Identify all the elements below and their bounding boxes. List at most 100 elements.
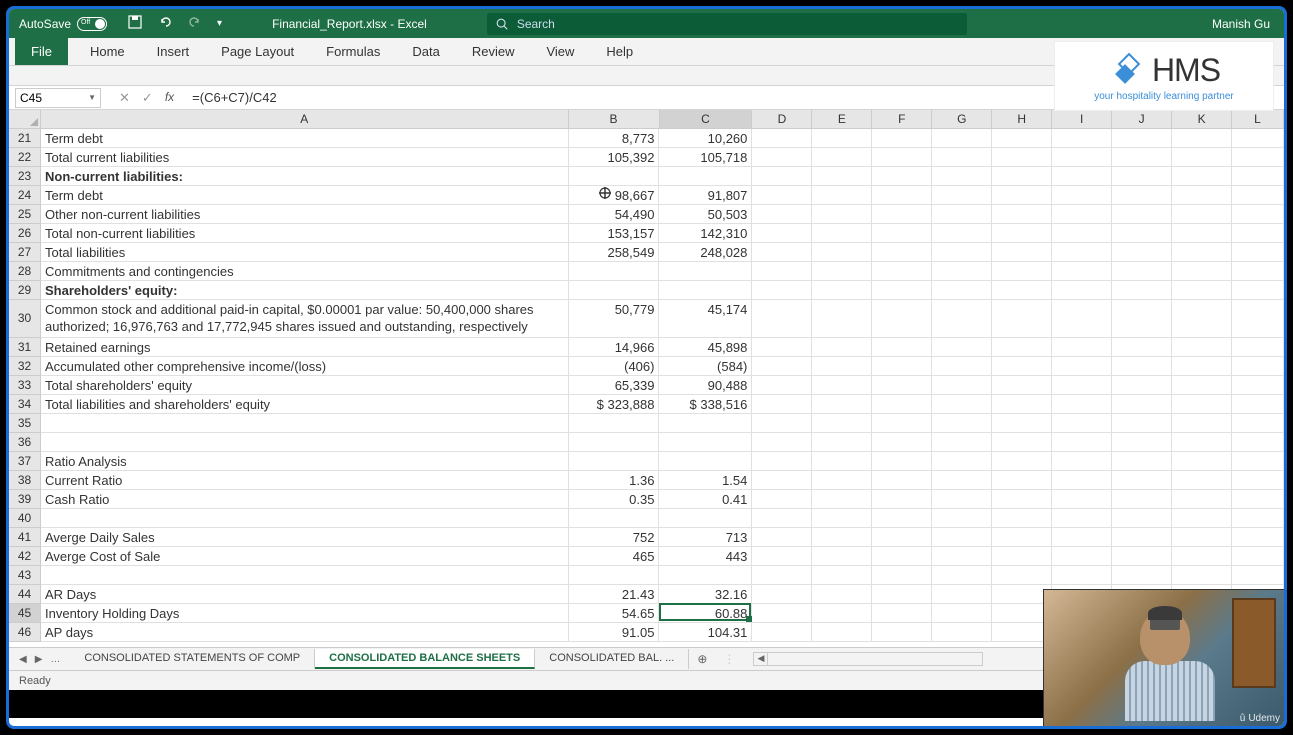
cell-L28[interactable] [1232, 262, 1284, 281]
cell-B45[interactable]: 54.65 [569, 604, 660, 623]
cell-E40[interactable] [812, 509, 872, 528]
col-header-G[interactable]: G [932, 110, 992, 129]
cell-J35[interactable] [1112, 414, 1172, 433]
cell-I33[interactable] [1052, 376, 1112, 395]
cell-B26[interactable]: 153,157 [569, 224, 660, 243]
row-header-44[interactable]: 44 [9, 585, 41, 604]
cell-C31[interactable]: 45,898 [659, 338, 752, 357]
select-all-corner[interactable] [9, 110, 41, 129]
row-header-36[interactable]: 36 [9, 433, 41, 452]
cell-G24[interactable] [932, 186, 992, 205]
cell-C40[interactable] [659, 509, 752, 528]
cell-K22[interactable] [1172, 148, 1232, 167]
cell-F34[interactable] [872, 395, 932, 414]
cell-H29[interactable] [992, 281, 1052, 300]
cell-J33[interactable] [1112, 376, 1172, 395]
row-header-26[interactable]: 26 [9, 224, 41, 243]
cell-G44[interactable] [932, 585, 992, 604]
cell-F43[interactable] [872, 566, 932, 585]
cell-H22[interactable] [992, 148, 1052, 167]
row-header-32[interactable]: 32 [9, 357, 41, 376]
cell-G38[interactable] [932, 471, 992, 490]
cell-J27[interactable] [1112, 243, 1172, 262]
cell-F22[interactable] [872, 148, 932, 167]
cell-F45[interactable] [872, 604, 932, 623]
cell-F32[interactable] [872, 357, 932, 376]
cell-G32[interactable] [932, 357, 992, 376]
cell-C44[interactable]: 32.16 [659, 585, 752, 604]
cell-K36[interactable] [1172, 433, 1232, 452]
tab-prev-icon[interactable]: ◀ [19, 654, 27, 665]
cell-I39[interactable] [1052, 490, 1112, 509]
cell-A46[interactable]: AP days [41, 623, 569, 642]
cell-C38[interactable]: 1.54 [659, 471, 752, 490]
cell-H24[interactable] [992, 186, 1052, 205]
row-header-46[interactable]: 46 [9, 623, 41, 642]
cell-D37[interactable] [752, 452, 812, 471]
cell-A24[interactable]: Term debt [41, 186, 569, 205]
col-header-H[interactable]: H [992, 110, 1052, 129]
cell-L35[interactable] [1232, 414, 1284, 433]
user-account[interactable]: Manish Gu [1198, 17, 1284, 31]
row-header-41[interactable]: 41 [9, 528, 41, 547]
cell-D38[interactable] [752, 471, 812, 490]
cell-F46[interactable] [872, 623, 932, 642]
cell-D42[interactable] [752, 547, 812, 566]
cell-L29[interactable] [1232, 281, 1284, 300]
cell-H31[interactable] [992, 338, 1052, 357]
cell-F21[interactable] [872, 129, 932, 148]
cell-J25[interactable] [1112, 205, 1172, 224]
cell-L41[interactable] [1232, 528, 1284, 547]
cell-D26[interactable] [752, 224, 812, 243]
cell-D27[interactable] [752, 243, 812, 262]
ribbon-tab-data[interactable]: Data [396, 38, 455, 65]
cell-J34[interactable] [1112, 395, 1172, 414]
cell-K38[interactable] [1172, 471, 1232, 490]
cell-K27[interactable] [1172, 243, 1232, 262]
cell-L26[interactable] [1232, 224, 1284, 243]
cell-C24[interactable]: 91,807 [659, 186, 752, 205]
cell-G27[interactable] [932, 243, 992, 262]
cell-G34[interactable] [932, 395, 992, 414]
cell-L25[interactable] [1232, 205, 1284, 224]
cell-B30[interactable]: 50,779 [569, 300, 660, 338]
cell-L22[interactable] [1232, 148, 1284, 167]
cell-E32[interactable] [812, 357, 872, 376]
col-header-D[interactable]: D [752, 110, 812, 129]
cell-K23[interactable] [1172, 167, 1232, 186]
cell-K21[interactable] [1172, 129, 1232, 148]
row-header-38[interactable]: 38 [9, 471, 41, 490]
cell-C46[interactable]: 104.31 [659, 623, 752, 642]
cell-H36[interactable] [992, 433, 1052, 452]
cell-B38[interactable]: 1.36 [569, 471, 660, 490]
cell-B25[interactable]: 54,490 [569, 205, 660, 224]
cell-D23[interactable] [752, 167, 812, 186]
cell-F24[interactable] [872, 186, 932, 205]
cell-J37[interactable] [1112, 452, 1172, 471]
cell-F25[interactable] [872, 205, 932, 224]
cell-J30[interactable] [1112, 300, 1172, 338]
cell-B36[interactable] [569, 433, 660, 452]
sheet-tab-1[interactable]: CONSOLIDATED BALANCE SHEETS [315, 649, 535, 669]
cell-D36[interactable] [752, 433, 812, 452]
cell-A26[interactable]: Total non-current liabilities [41, 224, 569, 243]
cell-G21[interactable] [932, 129, 992, 148]
cell-K26[interactable] [1172, 224, 1232, 243]
cell-H23[interactable] [992, 167, 1052, 186]
cell-B40[interactable] [569, 509, 660, 528]
cell-H39[interactable] [992, 490, 1052, 509]
cell-I43[interactable] [1052, 566, 1112, 585]
cell-A43[interactable] [41, 566, 569, 585]
save-icon[interactable] [127, 14, 143, 33]
cell-A32[interactable]: Accumulated other comprehensive income/(… [41, 357, 569, 376]
cell-E34[interactable] [812, 395, 872, 414]
fx-icon[interactable]: fx [165, 90, 174, 106]
cell-C35[interactable] [659, 414, 752, 433]
cell-L31[interactable] [1232, 338, 1284, 357]
cell-C37[interactable] [659, 452, 752, 471]
cell-H25[interactable] [992, 205, 1052, 224]
ribbon-tab-view[interactable]: View [530, 38, 590, 65]
sheet-tab-0[interactable]: CONSOLIDATED STATEMENTS OF COMP [70, 649, 315, 669]
cell-G29[interactable] [932, 281, 992, 300]
autosave-toggle[interactable]: AutoSave Off [9, 17, 117, 31]
